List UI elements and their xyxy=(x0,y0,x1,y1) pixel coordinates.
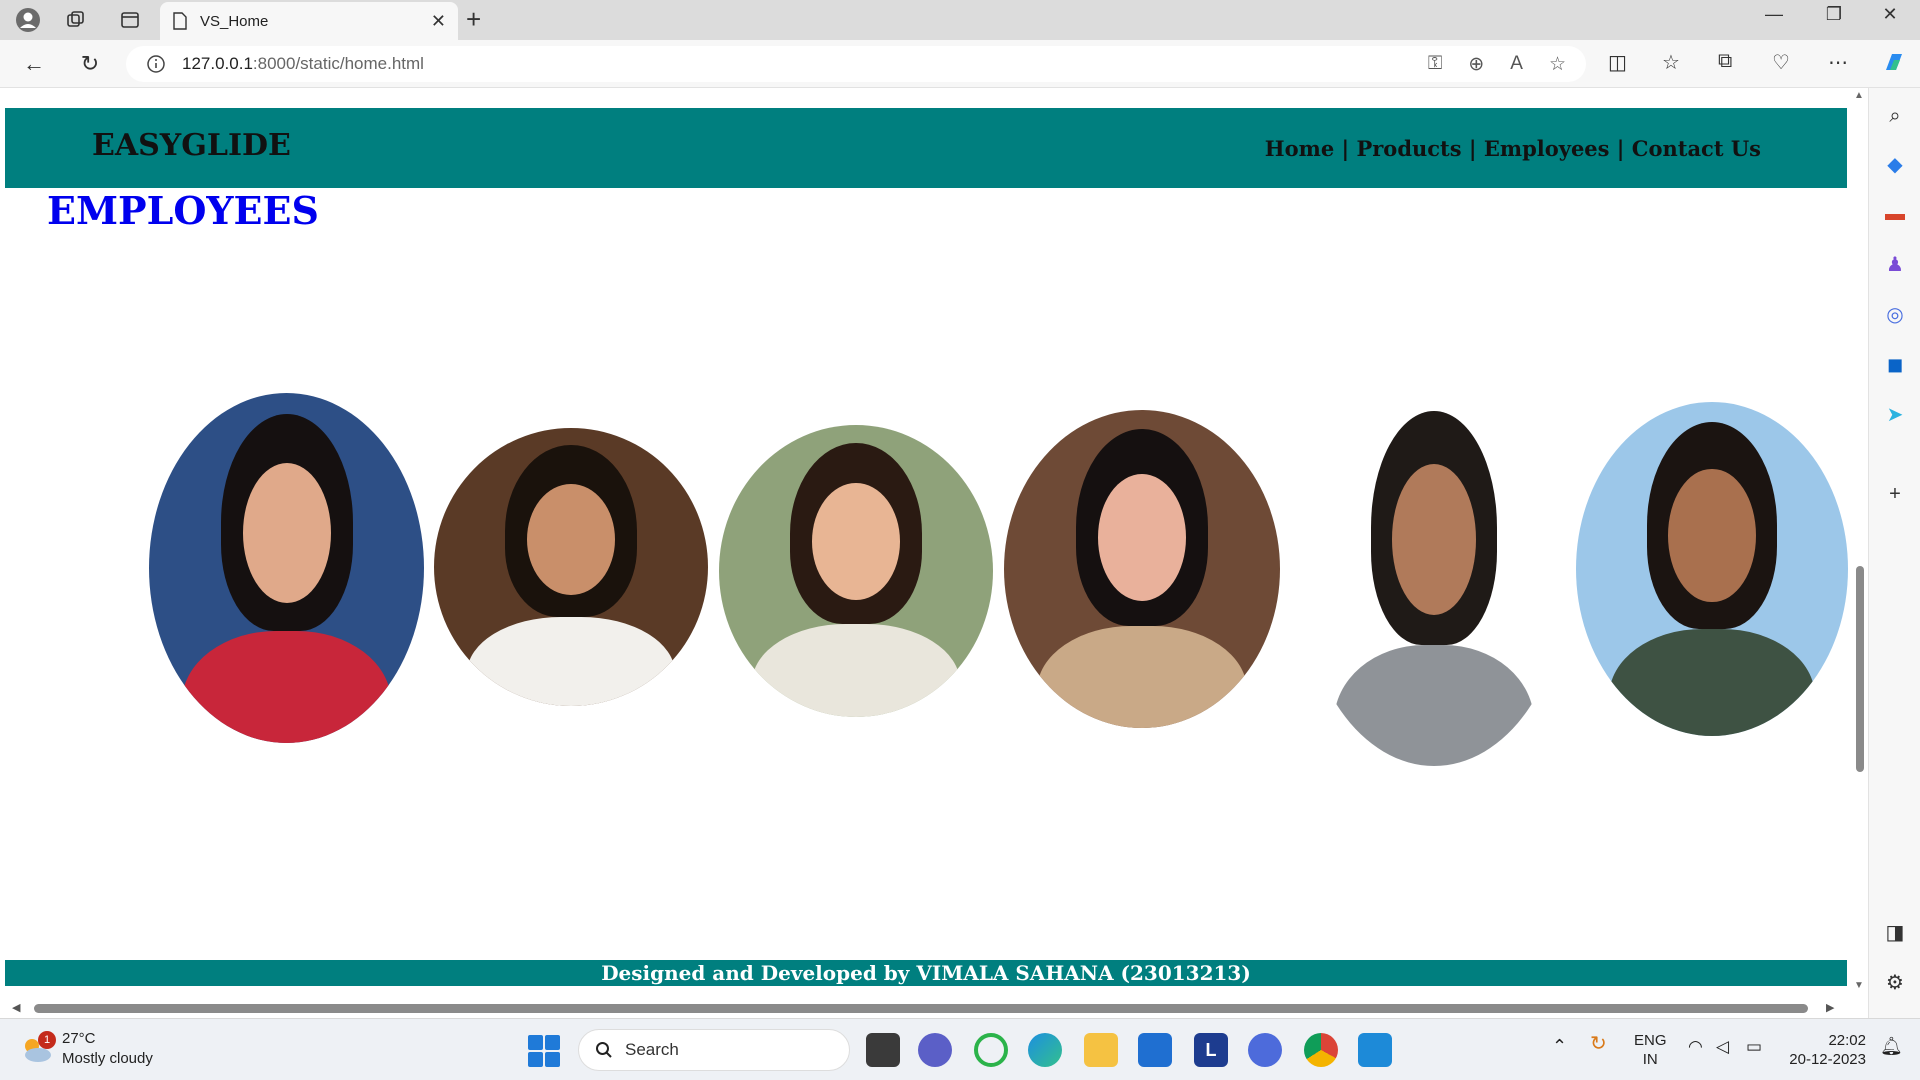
start-button[interactable] xyxy=(528,1035,560,1067)
close-window-icon[interactable]: ✕ xyxy=(1870,4,1910,25)
employee-photo-2 xyxy=(434,428,708,706)
scroll-right-icon[interactable]: ▶ xyxy=(1826,1001,1834,1014)
scroll-left-icon[interactable]: ◀ xyxy=(12,1001,20,1014)
settings-gear-icon[interactable]: ⚙ xyxy=(1881,968,1909,996)
hide-sidebar-icon[interactable]: ◨ xyxy=(1881,918,1909,946)
task-view-icon[interactable] xyxy=(866,1033,900,1067)
search-icon[interactable]: ⌕ xyxy=(1881,102,1909,130)
page-icon xyxy=(173,12,187,30)
l-app-icon[interactable]: L xyxy=(1194,1033,1228,1067)
region-code: IN xyxy=(1642,1051,1658,1068)
tools-briefcase-icon[interactable]: ▬ xyxy=(1881,200,1909,228)
language-code: ENG xyxy=(1634,1032,1667,1049)
vertical-scroll-thumb[interactable] xyxy=(1856,566,1864,772)
sync-icon[interactable]: ↻ xyxy=(1590,1034,1607,1054)
minimize-icon[interactable]: — xyxy=(1754,4,1794,25)
games-icon[interactable]: ♟ xyxy=(1881,250,1909,278)
show-hidden-icons-icon[interactable]: ⌃ xyxy=(1552,1037,1567,1056)
page-viewport: EASYGLIDE Home | Products | Employees | … xyxy=(0,88,1868,1018)
horizontal-scroll-thumb[interactable] xyxy=(34,1004,1808,1013)
date: 20-12-2023 xyxy=(1789,1051,1866,1068)
microsoft-store-icon[interactable] xyxy=(1138,1033,1172,1067)
outlook-icon[interactable]: ◼ xyxy=(1881,350,1909,378)
weather-cloud-icon: 1 xyxy=(20,1031,56,1063)
search-icon xyxy=(596,1042,612,1058)
triangle-app-icon[interactable] xyxy=(1248,1033,1282,1067)
edge-browser-icon[interactable] xyxy=(1028,1033,1062,1067)
tab-title: VS_Home xyxy=(200,12,269,30)
nav-separator: | xyxy=(1334,136,1357,161)
nav-separator: | xyxy=(1609,136,1632,161)
read-aloud-icon[interactable]: A xyxy=(1510,53,1523,76)
chrome-icon[interactable] xyxy=(1304,1033,1338,1067)
url-host: 127.0.0.1 xyxy=(182,54,253,73)
new-tab-icon[interactable]: + xyxy=(466,4,481,35)
clock[interactable]: 22:02 20-12-2023 xyxy=(1786,1031,1866,1069)
green-circle-app-icon[interactable] xyxy=(974,1033,1008,1067)
employee-photo-6 xyxy=(1576,402,1848,736)
browser-titlebar: VS_Home ✕ + — ❐ ✕ xyxy=(0,0,1920,40)
nav-link-employees[interactable]: Employees xyxy=(1484,136,1610,161)
address-bar[interactable]: 127.0.0.1:8000/static/home.html ⚿ ⊕ A ☆ xyxy=(126,46,1586,82)
employee-photo-3 xyxy=(719,425,993,717)
drop-send-icon[interactable]: ➤ xyxy=(1881,400,1909,428)
battery-icon[interactable]: ▭ xyxy=(1746,1037,1762,1056)
site-brand: EASYGLIDE xyxy=(92,128,291,163)
site-header: EASYGLIDE Home | Products | Employees | … xyxy=(5,108,1847,188)
info-icon[interactable] xyxy=(146,54,166,74)
file-explorer-icon[interactable] xyxy=(1084,1033,1118,1067)
employee-photo-5 xyxy=(1302,388,1566,766)
refresh-icon[interactable]: ↻ xyxy=(74,48,106,80)
close-tab-icon[interactable]: ✕ xyxy=(431,11,446,32)
notification-bell-icon[interactable]: 🔔︎ xyxy=(1880,1037,1903,1056)
time: 22:02 xyxy=(1828,1032,1866,1049)
browser-tab[interactable]: VS_Home ✕ xyxy=(160,2,458,40)
key-icon[interactable]: ⚿ xyxy=(1428,53,1442,76)
split-screen-icon[interactable]: ◫ xyxy=(1608,50,1627,75)
vertical-scrollbar[interactable]: ▲ ▼ xyxy=(1852,88,1868,998)
site-nav: Home | Products | Employees | Contact Us xyxy=(1265,136,1761,161)
search-placeholder: Search xyxy=(625,1040,679,1059)
more-options-icon[interactable]: ⋯ xyxy=(1828,50,1848,75)
profile-icon[interactable] xyxy=(14,6,42,34)
page-title: EMPLOYEES xyxy=(47,188,319,233)
employee-photo-1 xyxy=(149,393,424,743)
taskbar-search[interactable]: Search xyxy=(578,1029,850,1071)
weather-condition: Mostly cloudy xyxy=(62,1050,153,1067)
employee-photo-4 xyxy=(1004,410,1280,728)
site-footer: Designed and Developed by VIMALA SAHANA … xyxy=(5,960,1847,986)
weather-widget[interactable]: 1 27°C Mostly cloudy xyxy=(20,1029,153,1069)
add-sidebar-icon[interactable]: + xyxy=(1881,480,1909,508)
weather-badge: 1 xyxy=(38,1031,56,1049)
browser-essentials-icon[interactable]: ♡ xyxy=(1772,50,1790,75)
nav-link-contact-us[interactable]: Contact Us xyxy=(1632,136,1761,161)
nav-separator: | xyxy=(1461,136,1484,161)
shopping-tag-icon[interactable]: ◆ xyxy=(1881,150,1909,178)
back-icon[interactable]: ← xyxy=(18,48,50,80)
favorite-star-icon[interactable]: ☆ xyxy=(1549,53,1566,76)
browser-toolbar: ← ↻ 127.0.0.1:8000/static/home.html ⚿ ⊕ … xyxy=(0,40,1920,88)
microsoft-365-icon[interactable]: ◎ xyxy=(1881,300,1909,328)
zoom-icon[interactable]: ⊕ xyxy=(1468,53,1484,76)
vscode-icon[interactable] xyxy=(1358,1033,1392,1067)
nav-link-products[interactable]: Products xyxy=(1356,136,1461,161)
edge-sidebar: ⌕ ◆ ▬ ♟ ◎ ◼ ➤ + ◨ ⚙ xyxy=(1868,88,1920,1018)
scroll-down-icon[interactable]: ▼ xyxy=(1854,980,1864,991)
horizontal-scrollbar[interactable]: ◀ ▶ xyxy=(0,998,1852,1018)
windows-taskbar: 1 27°C Mostly cloudy Search L ⌃ ↻ ENG IN xyxy=(0,1018,1920,1080)
scroll-up-icon[interactable]: ▲ xyxy=(1854,90,1864,101)
collections-icon[interactable]: ⧉ xyxy=(1718,50,1732,73)
chat-icon[interactable] xyxy=(918,1033,952,1067)
copilot-icon[interactable] xyxy=(1880,48,1908,82)
wifi-icon[interactable]: ◠ xyxy=(1688,1037,1703,1056)
workspaces-icon[interactable] xyxy=(62,6,90,34)
language-indicator[interactable]: ENG IN xyxy=(1634,1031,1667,1069)
nav-link-home[interactable]: Home xyxy=(1265,136,1334,161)
url-path: :8000/static/home.html xyxy=(252,54,424,73)
favorites-icon[interactable]: ☆ xyxy=(1662,50,1680,75)
temperature: 27°C xyxy=(62,1030,96,1047)
volume-icon[interactable]: ◁ xyxy=(1716,1037,1729,1056)
tab-actions-icon[interactable] xyxy=(116,6,144,34)
restore-icon[interactable]: ❐ xyxy=(1814,4,1854,25)
